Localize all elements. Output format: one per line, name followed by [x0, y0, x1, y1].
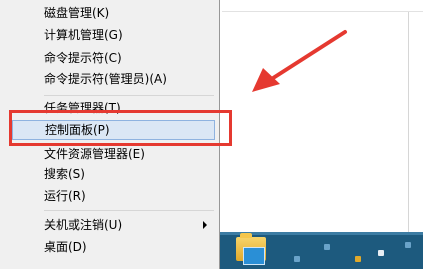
annotation-arrow-icon	[252, 30, 347, 92]
taskbar-dot	[378, 250, 384, 256]
taskbar-dot	[324, 244, 330, 250]
taskbar-dot	[294, 256, 300, 262]
taskbar-dot	[405, 242, 411, 248]
taskbar-dot	[355, 256, 361, 262]
file-explorer-icon[interactable]	[243, 247, 265, 265]
